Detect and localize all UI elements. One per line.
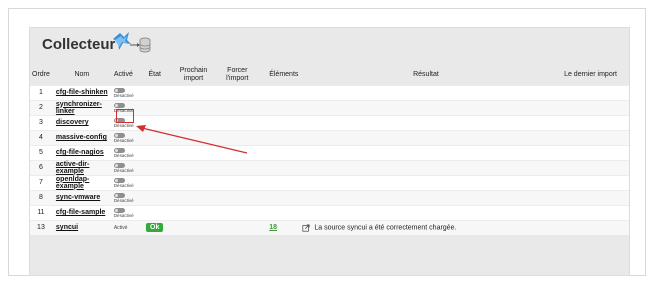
- col-ordre[interactable]: Ordre: [30, 65, 52, 85]
- col-nom[interactable]: Nom: [51, 65, 110, 85]
- source-name-link[interactable]: cfg-file-nagios: [56, 149, 104, 156]
- result-message: La source syncui a été correctement char…: [314, 224, 457, 232]
- enable-toggle[interactable]: [113, 208, 125, 213]
- table-row: 6 active-dir-example Désactivé: [30, 159, 629, 175]
- external-link-icon[interactable]: [302, 224, 310, 232]
- enable-toggle[interactable]: [113, 178, 125, 183]
- collector-sync-icon: [113, 32, 151, 53]
- enable-toggle[interactable]: [113, 193, 125, 198]
- row-order: 1: [30, 84, 52, 100]
- row-order: 6: [30, 159, 52, 175]
- toggle-state-label: Désactivé: [113, 198, 134, 203]
- source-name-link[interactable]: cfg-file-sample: [56, 209, 105, 216]
- col-etat[interactable]: État: [139, 65, 170, 85]
- source-name-link[interactable]: cfg-file-shinken: [56, 89, 108, 96]
- table-header-row: Ordre Nom Activé État Prochain import Fo…: [30, 65, 629, 85]
- row-order: 3: [30, 114, 52, 130]
- table-row: 11 cfg-file-sample Désactivé: [30, 204, 629, 220]
- toggle-state-label: Désactivé: [113, 153, 134, 158]
- enable-toggle[interactable]: [113, 163, 125, 168]
- row-order: 2: [30, 99, 52, 115]
- col-forcer-import[interactable]: Forcer l'import: [217, 65, 258, 85]
- source-name-link[interactable]: syncui: [56, 224, 78, 231]
- table-row: 4 massive-config Désactivé: [30, 129, 629, 145]
- col-dernier-import[interactable]: Le dernier import: [551, 65, 629, 85]
- enable-toggle[interactable]: [113, 133, 125, 138]
- status-badge: Ok: [146, 223, 164, 233]
- enable-toggle[interactable]: [113, 103, 125, 108]
- source-name-link[interactable]: massive-config: [56, 134, 107, 141]
- toggle-state-label: Désactivé: [113, 183, 134, 188]
- col-active[interactable]: Activé: [109, 65, 140, 85]
- toggle-state-label: Désactivé: [113, 93, 134, 98]
- toggle-state-label: Activé: [113, 225, 128, 232]
- collector-table: Ordre Nom Activé État Prochain import Fo…: [30, 65, 629, 235]
- row-order: 8: [30, 189, 52, 205]
- toggle-state-label: Désactivé: [113, 213, 134, 218]
- col-prochain-import[interactable]: Prochain import: [169, 65, 218, 85]
- table-row: 8 sync-vmware Désactivé: [30, 189, 629, 205]
- table-row: 1 cfg-file-shinken Désactivé: [30, 84, 629, 100]
- source-name-link[interactable]: discovery: [56, 119, 89, 126]
- col-resultat[interactable]: Résultat: [300, 65, 552, 85]
- col-elements[interactable]: Éléments: [257, 65, 301, 85]
- table-row: 13 syncui Activé Ok 18 La source syncui …: [30, 219, 629, 235]
- enable-toggle[interactable]: [113, 88, 125, 93]
- table-row: 5 cfg-file-nagios Désactivé: [30, 144, 629, 160]
- row-order: 13: [30, 219, 52, 235]
- source-name-link[interactable]: synchronizer-linker: [56, 101, 102, 115]
- collector-panel: Collecteur Ordre Nom Activé État Prochai…: [29, 27, 630, 276]
- enable-toggle[interactable]: [113, 148, 125, 153]
- source-name-link[interactable]: sync-vmware: [56, 194, 100, 201]
- page-frame: Collecteur Ordre Nom Activé État Prochai…: [8, 8, 646, 276]
- toggle-state-label: Désactivé: [113, 123, 134, 128]
- row-order: 5: [30, 144, 52, 160]
- source-name-link[interactable]: openldap-example: [56, 176, 89, 190]
- row-order: 11: [30, 204, 52, 220]
- source-name-link[interactable]: active-dir-example: [56, 161, 89, 175]
- elements-count-link[interactable]: 18: [269, 224, 277, 231]
- toggle-state-label: Désactivé: [113, 138, 134, 143]
- panel-title: Collecteur: [42, 36, 116, 53]
- row-order: 4: [30, 129, 52, 145]
- toggle-state-label: Désactivé: [113, 168, 134, 173]
- row-order: 7: [30, 174, 52, 190]
- annotation-highlight-box: [116, 109, 134, 123]
- table-row: 7 openldap-example Désactivé: [30, 174, 629, 190]
